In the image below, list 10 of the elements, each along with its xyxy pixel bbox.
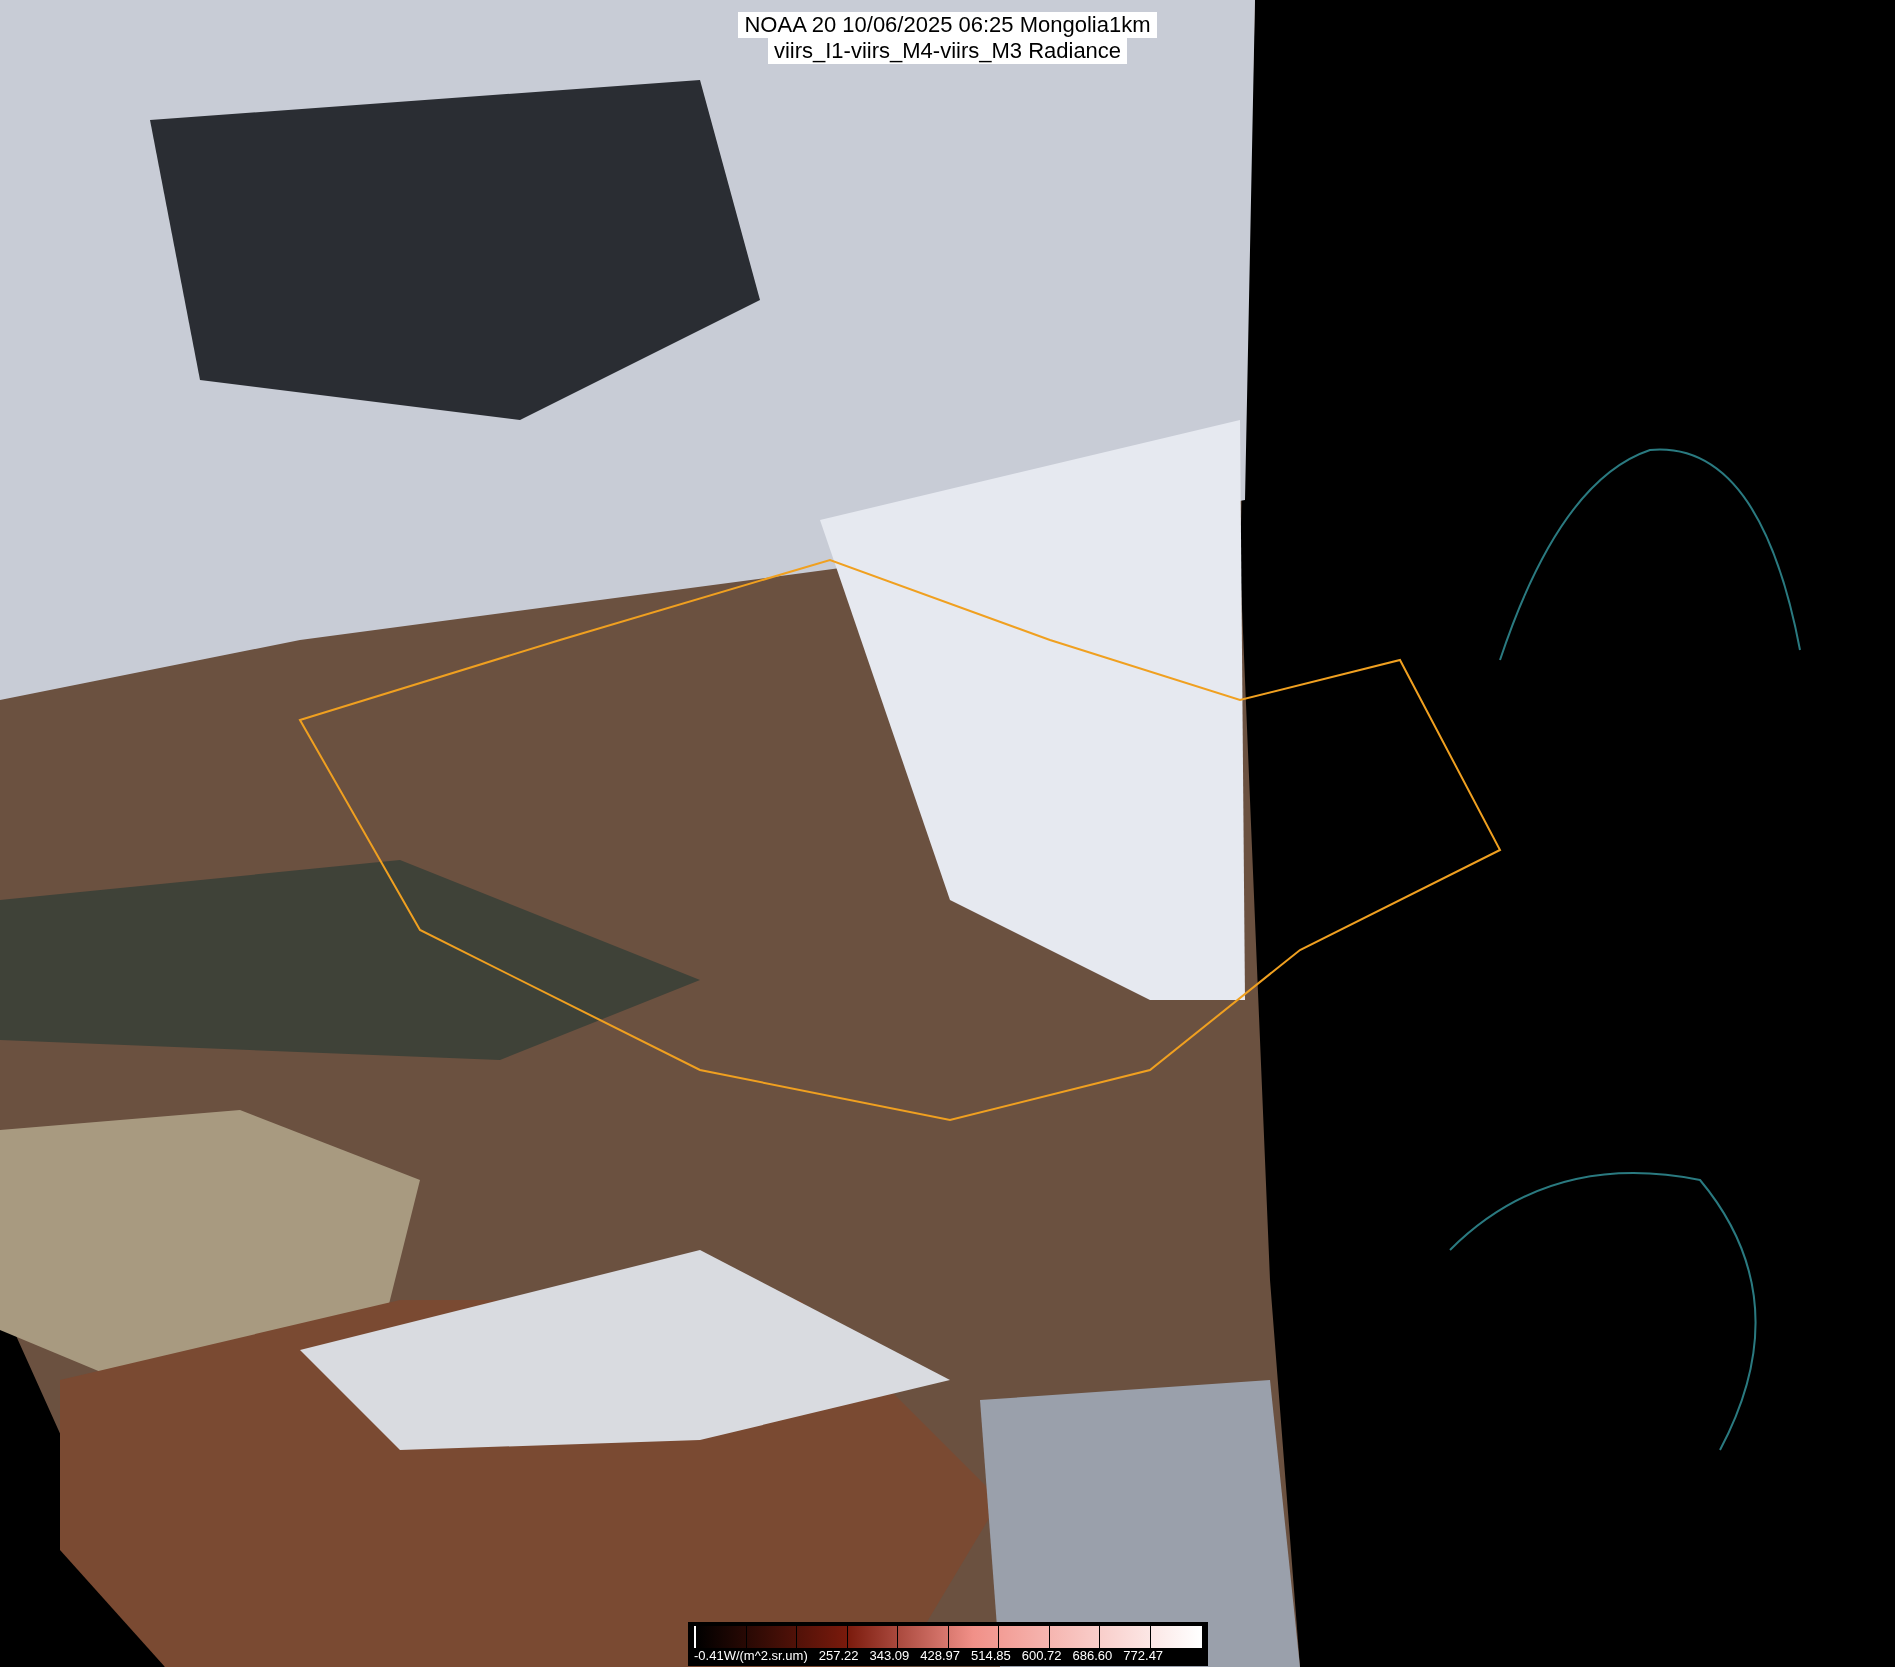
scale-label: -0.41W/(m^2.sr.um) [694,1648,808,1664]
scale-label: 428.97 [920,1648,961,1664]
scale-label: 686.60 [1072,1648,1113,1664]
scale-label: 257.22 [818,1648,859,1664]
scale-label: 600.72 [1021,1648,1062,1664]
map-title: NOAA 20 10/06/2025 06:25 Mongolia1km [738,12,1157,38]
scale-label: 514.85 [971,1648,1011,1664]
map-title: viirs_I1-viirs_M4-viirs_M3 Radiance [767,38,1128,64]
scale-label: 343.09 [869,1648,910,1664]
scale-label: 772.47 [1123,1648,1164,1664]
